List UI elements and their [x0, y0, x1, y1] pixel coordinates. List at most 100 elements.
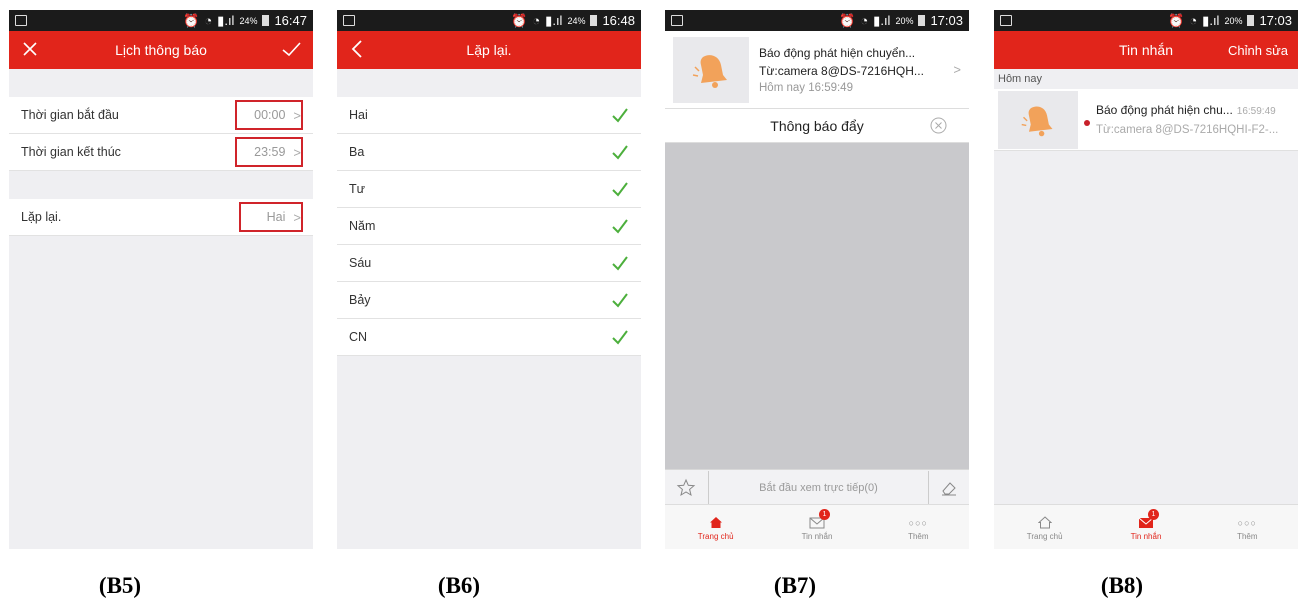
check-icon	[612, 256, 628, 271]
unread-dot	[1084, 119, 1090, 126]
push-header: Thông báo đẩy	[665, 109, 969, 143]
tab-messages[interactable]: 1 Tin nhắn	[766, 505, 867, 549]
tab-messages[interactable]: 1 Tin nhắn	[1095, 505, 1196, 549]
close-circle-icon[interactable]	[930, 117, 947, 134]
caption-b8: (B8)	[1100, 573, 1144, 598]
highlight-box	[239, 202, 303, 232]
day-label: Bảy	[349, 293, 371, 307]
message-time: 16:59:49	[1236, 106, 1276, 117]
caption-b6: (B6)	[437, 573, 481, 598]
check-icon	[612, 108, 628, 123]
screenshot-icon	[671, 15, 683, 26]
alarm-thumbnail	[998, 90, 1078, 149]
start-live-view-button[interactable]: Bắt đầu xem trực tiếp(0)	[709, 482, 928, 494]
day-label: Ba	[349, 145, 365, 159]
clock: 16:47	[274, 13, 307, 28]
section-header: Hôm nay	[994, 69, 1298, 89]
day-row[interactable]: Bảy	[337, 282, 641, 319]
nav-bar: Lịch thông báo	[9, 31, 313, 69]
unread-badge: 1	[818, 508, 830, 520]
day-row[interactable]: Hai	[337, 97, 641, 134]
push-header-title: Thông báo đẩy	[770, 117, 864, 134]
wifi-icon: ◔	[532, 13, 541, 28]
tab-home[interactable]: Trang chủ	[665, 505, 766, 549]
day-label: Năm	[349, 219, 376, 233]
eraser-icon[interactable]	[940, 479, 958, 497]
nav-bar: Tin nhắn Chỉnh sửa	[994, 31, 1298, 69]
highlight-box	[235, 100, 303, 130]
phone-b5: ⏰ ◔ ▮.ıl 24% 16:47 Lịch thông báo Thời g…	[9, 10, 313, 549]
video-preview-area	[665, 143, 969, 469]
battery-icon	[918, 15, 926, 26]
screenshot-icon	[15, 15, 27, 26]
nav-bar: Lặp lại.	[337, 31, 641, 69]
notification-title: Báo động phát hiện chuyển...	[759, 45, 916, 60]
caption-b5: (B5)	[98, 573, 142, 598]
day-row[interactable]: Năm	[337, 208, 641, 245]
day-row[interactable]: Tư	[337, 171, 641, 208]
confirm-check-icon[interactable]	[279, 38, 303, 60]
clock: 17:03	[930, 13, 963, 28]
repeat-row[interactable]: Lặp lại. Hai >	[9, 199, 313, 236]
edit-button[interactable]: Chỉnh sửa	[1228, 43, 1288, 58]
status-bar: ⏰ ◔ ▮.ıl 20% 17:03	[665, 10, 969, 31]
alarm-icon: ⏰	[183, 13, 200, 28]
status-bar: ⏰ ◔ ▮.ıl 24% 16:47	[9, 10, 313, 31]
day-row[interactable]: Sáu	[337, 245, 641, 282]
tab-more[interactable]: ○○○ Thêm	[1197, 505, 1298, 549]
phone-b6: ⏰ ◔ ▮.ıl 24% 16:48 Lặp lại. Hai Ba Tư Năm Sá…	[337, 10, 641, 549]
tab-more-label: Thêm	[908, 531, 929, 541]
star-icon[interactable]	[676, 478, 696, 498]
check-icon	[612, 330, 628, 345]
page-title: Lịch thông báo	[115, 42, 207, 58]
page-title: Lặp lại.	[466, 42, 512, 58]
message-row[interactable]: Báo động phát hiện chu... 16:59:49 Từ:ca…	[994, 89, 1298, 151]
tab-home-label: Trang chủ	[697, 531, 734, 541]
message-title: Báo động phát hiện chu...	[1096, 103, 1233, 117]
home-icon	[709, 517, 722, 528]
screenshot-icon	[343, 15, 355, 26]
tab-more-label: Thêm	[1237, 531, 1258, 541]
battery-percent: 20%	[895, 15, 914, 26]
repeat-label: Lặp lại.	[21, 210, 62, 224]
alarm-bell-icon	[692, 54, 727, 88]
phone-b7: ⏰ ◔ ▮.ıl 20% 17:03 Báo động phát hiện ch…	[665, 10, 969, 549]
battery-percent: 20%	[1224, 15, 1243, 26]
live-view-bar: Bắt đầu xem trực tiếp(0)	[665, 469, 969, 506]
alarm-icon: ⏰	[839, 13, 856, 28]
status-bar: ⏰ ◔ ▮.ıl 20% 17:03	[994, 10, 1298, 31]
chevron-right-icon: >	[953, 62, 961, 77]
day-label: Sáu	[349, 256, 372, 270]
alarm-thumbnail	[673, 36, 749, 103]
push-notification-card[interactable]: Báo động phát hiện chuyển... Từ:camera 8…	[665, 31, 969, 109]
clock: 16:48	[602, 13, 635, 28]
alarm-icon: ⏰	[1168, 13, 1185, 28]
alarm-icon: ⏰	[511, 13, 528, 28]
tab-home[interactable]: Trang chủ	[994, 505, 1095, 549]
tab-home-label: Trang chủ	[1026, 531, 1063, 541]
day-row[interactable]: Ba	[337, 134, 641, 171]
more-dots-icon: ○○○	[1237, 517, 1257, 528]
end-time-row[interactable]: Thời gian kết thúc 23:59 >	[9, 134, 313, 171]
highlight-box	[235, 137, 303, 167]
battery-icon	[262, 15, 270, 26]
check-icon	[612, 182, 628, 197]
wifi-icon: ◔	[204, 13, 213, 28]
tab-bar: Trang chủ 1 Tin nhắn ○○○ Thêm	[665, 504, 969, 549]
signal-icon: ▮.ıl	[217, 13, 235, 28]
check-icon	[612, 219, 628, 234]
status-bar: ⏰ ◔ ▮.ıl 24% 16:48	[337, 10, 641, 31]
tab-more[interactable]: ○○○ Thêm	[868, 505, 969, 549]
check-icon	[612, 145, 628, 160]
message-source: Từ:camera 8@DS-7216HQHI-F2-...	[1096, 124, 1279, 136]
check-icon	[612, 293, 628, 308]
day-label: Hai	[349, 108, 368, 122]
start-time-row[interactable]: Thời gian bắt đầu 00:00 >	[9, 97, 313, 134]
wifi-icon: ◔	[860, 13, 869, 28]
battery-icon	[590, 15, 598, 26]
phone-b8: ⏰ ◔ ▮.ıl 20% 17:03 Tin nhắn Chỉnh sửa Hô…	[994, 10, 1298, 549]
clock: 17:03	[1259, 13, 1292, 28]
end-time-label: Thời gian kết thúc	[21, 145, 121, 159]
day-row[interactable]: CN	[337, 319, 641, 356]
battery-percent: 24%	[567, 15, 586, 26]
